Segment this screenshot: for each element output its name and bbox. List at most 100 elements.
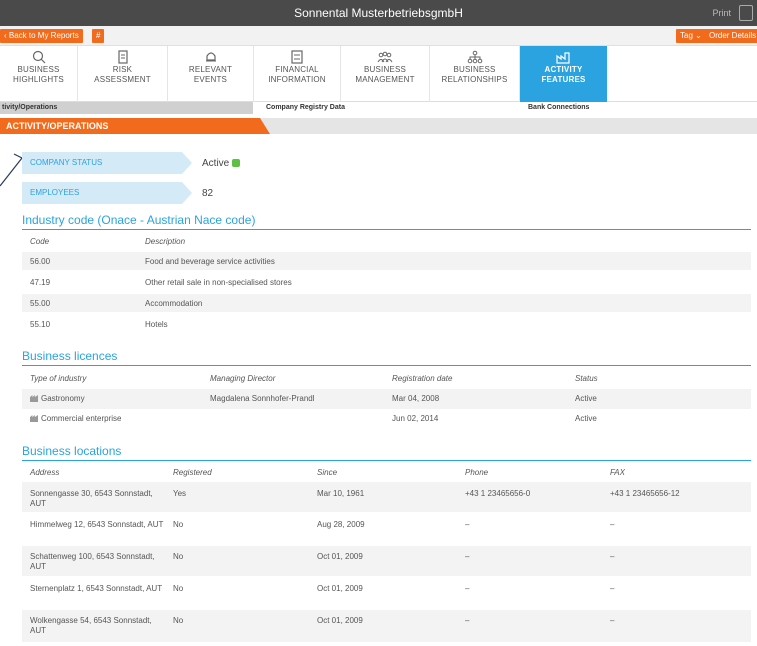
column-header: Code <box>30 237 50 246</box>
location-registered: No <box>173 552 184 561</box>
location-address: Wolkengasse 54, 6543 Sonnstadt, AUT <box>30 616 152 635</box>
location-phone: – <box>465 552 470 561</box>
business-locations-heading: Business locations <box>22 444 122 458</box>
table-row <box>22 252 751 270</box>
industry-code: 55.10 <box>30 320 51 329</box>
main-nav: BUSINESS HIGHLIGHTS RISK ASSESSMENT RELEVA… <box>0 46 757 102</box>
tab-label: BUSINESS <box>363 65 407 74</box>
column-header: Registered <box>173 468 212 477</box>
location-fax: +43 1 23465656-12 <box>610 489 680 498</box>
divider <box>22 229 751 230</box>
column-header: Address <box>30 468 60 477</box>
column-header: Description <box>145 237 186 246</box>
location-fax: – <box>610 520 615 529</box>
title-bar: Sonnental MusterbetriebsgmbH Print <box>0 0 757 26</box>
industry-description: Hotels <box>145 320 168 329</box>
tab-label: BUSINESS <box>17 65 60 74</box>
tab-label: BUSINESS <box>453 65 496 74</box>
tab-label: ASSESSMENT <box>94 75 151 84</box>
tab-label: RISK <box>112 65 133 74</box>
action-bar: ‹ Back to My Reports # Tag ⌄ Order Detai… <box>0 26 757 46</box>
tab-label: INFORMATION <box>268 75 326 84</box>
employees-value: 82 <box>202 188 214 199</box>
column-header: Type of industry <box>30 374 87 383</box>
subtab-activity-operations[interactable]: tivity/Operations <box>2 104 57 111</box>
column-header: Managing Director <box>210 374 276 383</box>
people-icon <box>377 51 393 63</box>
industry-code: 47.19 <box>30 278 51 287</box>
network-icon <box>467 50 482 64</box>
industry-code-heading: Industry code (Onace - Austrian Nace cod… <box>22 213 256 227</box>
location-address: Himmelweg 12, 6543 Sonnstadt, AUT <box>30 520 164 529</box>
licence-status: Active <box>575 394 597 403</box>
location-registered: No <box>173 520 184 529</box>
tab-business-highlights[interactable]: BUSINESS HIGHLIGHTS <box>0 46 78 102</box>
company-status-label: COMPANY STATUS <box>22 152 192 174</box>
tab-business-management[interactable]: BUSINESS MANAGEMENT <box>341 46 430 102</box>
tab-label: RELEVANT <box>188 65 233 74</box>
tab-financial-information[interactable]: FINANCIAL INFORMATION <box>254 46 341 102</box>
chart-icon <box>291 50 303 64</box>
column-header: Status <box>575 374 598 383</box>
location-phone: – <box>465 520 470 529</box>
location-address: Sonnengasse 30, 6543 Sonnstadt, AUT <box>30 489 153 508</box>
tab-label: MANAGEMENT <box>355 75 415 84</box>
tab-label: ACTIVITY <box>544 65 583 74</box>
industry-code: 56.00 <box>30 257 51 266</box>
location-registered: No <box>173 616 184 625</box>
location-since: Mar 10, 1961 <box>317 489 365 498</box>
location-phone: +43 1 23465656-0 <box>465 489 531 498</box>
tab-label: RELATIONSHIPS <box>441 75 508 84</box>
location-since: Oct 01, 2009 <box>317 552 363 561</box>
clipboard-icon <box>117 50 128 64</box>
tab-business-relationships[interactable]: BUSINESS RELATIONSHIPS <box>430 46 520 102</box>
location-since: Oct 01, 2009 <box>317 584 363 593</box>
divider <box>22 365 751 366</box>
tab-relevant-events[interactable]: RELEVANT EVENTS <box>168 46 254 102</box>
order-details-button[interactable]: Order Details <box>705 29 757 43</box>
factory-icon <box>30 415 38 422</box>
search-icon <box>32 50 45 64</box>
section-title: ACTIVITY/OPERATIONS <box>0 118 270 134</box>
bell-icon <box>205 52 216 62</box>
hash-button[interactable]: # <box>92 29 105 43</box>
industry-description: Other retail sale in non-specialised sto… <box>145 278 292 287</box>
factory-icon <box>555 52 570 64</box>
licence-registration-date: Jun 02, 2014 <box>392 414 439 423</box>
industry-description: Food and beverage service activities <box>145 257 275 266</box>
tab-label: FINANCIAL <box>275 65 319 74</box>
table-row <box>22 294 751 312</box>
tag-button[interactable]: Tag ⌄ <box>676 29 706 43</box>
print-icon[interactable] <box>739 5 753 21</box>
location-since: Aug 28, 2009 <box>317 520 365 529</box>
divider <box>22 460 751 461</box>
location-fax: – <box>610 584 615 593</box>
table-row <box>22 389 751 409</box>
location-address: Schattenweg 100, 6543 Sonnstadt, AUT <box>30 552 155 571</box>
subtab-bank-connections[interactable]: Bank Connections <box>528 104 589 111</box>
section-banner: ACTIVITY/OPERATIONS <box>0 118 757 134</box>
print-button[interactable]: Print <box>712 8 731 18</box>
licence-status: Active <box>575 414 597 423</box>
location-since: Oct 01, 2009 <box>317 616 363 625</box>
tab-label: EVENTS <box>193 75 228 84</box>
licence-director: Magdalena Sonnhofer-Prandl <box>210 394 315 403</box>
sub-tabs: tivity/Operations Company Registry Data … <box>0 102 757 114</box>
licence-type: Gastronomy <box>30 394 85 404</box>
location-fax: – <box>610 552 615 561</box>
back-to-reports-button[interactable]: ‹ Back to My Reports <box>0 29 83 43</box>
licence-type: Commercial enterprise <box>30 414 121 424</box>
column-header: FAX <box>610 468 625 477</box>
tab-risk-assessment[interactable]: RISK ASSESSMENT <box>78 46 168 102</box>
column-header: Registration date <box>392 374 453 383</box>
subtab-company-registry-data[interactable]: Company Registry Data <box>266 104 345 111</box>
location-fax: – <box>610 616 615 625</box>
location-registered: Yes <box>173 489 187 498</box>
location-address: Sternenplatz 1, 6543 Sonnstadt, AUT <box>30 584 163 593</box>
tab-activity-features[interactable]: ACTIVITY FEATURES <box>520 46 607 102</box>
factory-icon <box>30 395 38 402</box>
business-licences-heading: Business licences <box>22 349 118 363</box>
column-header: Since <box>317 468 338 477</box>
location-phone: – <box>465 584 470 593</box>
licence-registration-date: Mar 04, 2008 <box>392 394 440 403</box>
